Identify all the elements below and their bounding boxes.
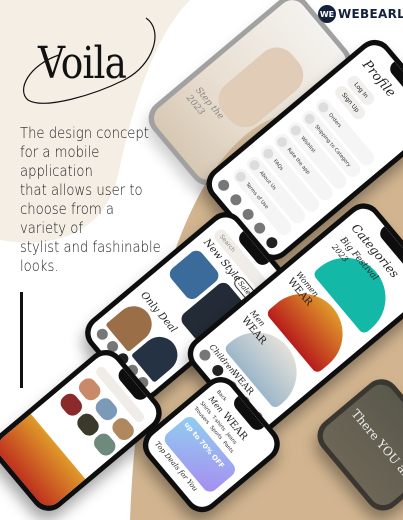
splash-text: There YOU are [348, 406, 403, 486]
nav-icon[interactable] [240, 206, 256, 222]
item-label: FAQs [272, 158, 285, 172]
item-label: Orders [327, 112, 343, 129]
item-icon [316, 99, 331, 115]
item-icon [289, 123, 304, 138]
item-icon [303, 111, 318, 126]
description-line: that allows user to [20, 181, 143, 199]
product-thumb[interactable] [109, 414, 138, 444]
app-description: The design concept for a mobile applicat… [20, 124, 190, 276]
nav-icon[interactable] [215, 177, 232, 193]
description-line: application [20, 162, 93, 180]
logo-text: WEBEARL [338, 7, 403, 21]
description-line: The design concept [20, 124, 149, 142]
webearl-logo: WE WEBEARL [318, 5, 403, 23]
description-line: stylist and fashinable [20, 238, 161, 256]
item-icon [234, 169, 249, 184]
item-icon [261, 146, 276, 161]
item-icon [275, 134, 290, 149]
item-icon [247, 157, 262, 172]
nav-icon[interactable] [94, 326, 111, 343]
nav-icon[interactable] [264, 234, 280, 251]
nav-icon[interactable] [227, 191, 244, 208]
app-title: Voila [38, 38, 127, 89]
item-label: Wishlist [299, 135, 317, 154]
nav-icon[interactable] [252, 220, 268, 237]
description-line: for a mobile [20, 143, 100, 161]
description-line: variety of [20, 219, 84, 237]
product-thumb[interactable] [90, 430, 119, 459]
description-line: choose from a [20, 200, 114, 218]
showcase-canvas: WE WEBEARL Voila The design concept for … [0, 0, 403, 520]
decorative-bar [20, 292, 23, 388]
